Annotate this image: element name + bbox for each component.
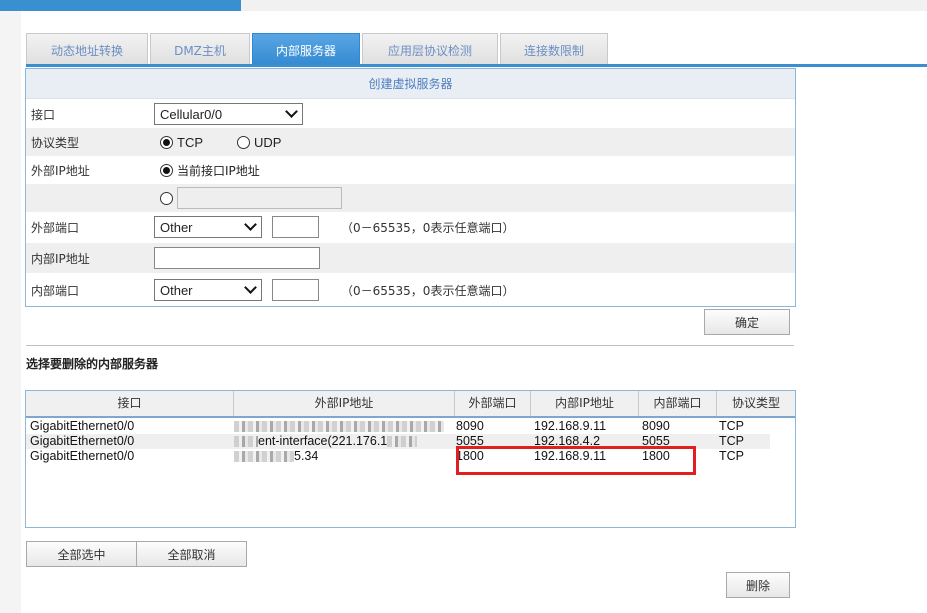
internal-ip-label: 内部IP地址 — [31, 251, 90, 266]
internal-ip-input[interactable] — [154, 247, 320, 269]
row-external-ip — [234, 419, 456, 434]
interface-label: 接口 — [31, 107, 56, 122]
row-external-ip: 外部IP地址 当前接口IP地址 — [26, 156, 795, 184]
row-internal-port: 8090 — [642, 419, 670, 433]
col-external-ip[interactable]: 外部IP地址 — [234, 391, 455, 416]
row-external-ip: ent-interface(221.176.1 — [234, 434, 456, 449]
external-port-hint: （0－65535，0表示任意端口） — [341, 220, 515, 235]
create-server-panel: 创建虚拟服务器 接口 Cellular0/0 协议类型 TCP UDP 外部IP… — [25, 68, 796, 307]
top-bar-accent — [0, 0, 241, 11]
chevron-down-icon — [285, 105, 298, 118]
external-port-select[interactable]: Other — [154, 216, 262, 238]
select-all-button[interactable]: 全部选中 — [26, 541, 137, 567]
internal-port-select-value: Other — [160, 282, 193, 298]
radio-udp-label: UDP — [254, 134, 282, 150]
internal-port-select[interactable]: Other — [154, 279, 262, 301]
external-port-label: 外部端口 — [31, 220, 80, 235]
list-header: 接口 外部IP地址 外部端口 内部IP地址 内部端口 协议类型 — [26, 391, 795, 418]
row-protocol: TCP — [719, 434, 744, 448]
row-internal-ip: 192.168.9.11 — [534, 419, 607, 433]
redacted-mask — [234, 451, 294, 462]
tab-alg-detection[interactable]: 应用层协议检测 — [362, 33, 498, 67]
radio-custom-ip[interactable] — [160, 191, 173, 205]
external-port-select-value: Other — [160, 219, 193, 235]
row-internal-port: 内部端口 Other （0－65535，0表示任意端口） — [26, 275, 795, 305]
internal-port-hint: （0－65535，0表示任意端口） — [341, 283, 515, 298]
top-bar — [0, 0, 927, 11]
delete-list-title: 选择要删除的内部服务器 — [26, 357, 159, 371]
row-interface: GigabitEthernet0/0 — [30, 434, 135, 448]
redacted-mask — [387, 436, 418, 447]
radio-udp[interactable] — [237, 135, 250, 149]
chevron-down-icon — [244, 218, 257, 231]
section-divider — [26, 345, 794, 346]
left-gutter — [0, 11, 21, 613]
col-protocol[interactable]: 协议类型 — [717, 391, 795, 416]
tab-internal-server[interactable]: 内部服务器 — [252, 33, 360, 67]
tab-dmz-host[interactable]: DMZ主机 — [150, 33, 250, 67]
row-interface: GigabitEthernet0/0 — [30, 449, 135, 463]
external-port-input[interactable] — [272, 216, 319, 238]
row-external-port: 外部端口 Other （0－65535，0表示任意端口） — [26, 212, 795, 242]
protocol-label: 协议类型 — [31, 135, 80, 150]
row-external-ip: 5.34 — [234, 449, 456, 464]
col-interface[interactable]: 接口 — [26, 391, 234, 416]
internal-port-label: 内部端口 — [31, 283, 80, 298]
row-external-ip-text: 5.34 — [294, 449, 319, 463]
external-ip-label: 外部IP地址 — [31, 163, 90, 178]
radio-current-interface-ip[interactable] — [160, 163, 173, 177]
chevron-down-icon — [244, 281, 257, 294]
radio-tcp[interactable] — [160, 135, 173, 149]
deselect-all-button[interactable]: 全部取消 — [136, 541, 247, 567]
radio-tcp-label: TCP — [177, 134, 203, 150]
col-internal-ip[interactable]: 内部IP地址 — [531, 391, 639, 416]
redacted-mask — [234, 421, 444, 433]
row-external-ip-text: ent-interface(221.176.1 — [258, 434, 388, 448]
tab-connection-limit[interactable]: 连接数限制 — [500, 33, 608, 67]
highlight-annotation — [456, 446, 696, 475]
table-row[interactable]: GigabitEthernet0/0 8090 192.168.9.11 809… — [26, 419, 779, 434]
row-internal-ip: 内部IP地址 — [26, 243, 795, 273]
delete-button[interactable]: 删除 — [726, 572, 790, 598]
interface-select-value: Cellular0/0 — [160, 106, 223, 122]
radio-current-interface-ip-label: 当前接口IP地址 — [177, 163, 260, 178]
row-interface: 接口 Cellular0/0 — [26, 100, 795, 128]
row-external-port: 8090 — [456, 419, 484, 433]
redacted-mask — [234, 436, 258, 447]
col-external-port[interactable]: 外部端口 — [455, 391, 531, 416]
col-internal-port[interactable]: 内部端口 — [639, 391, 717, 416]
tab-bar: 动态地址转换 DMZ主机 内部服务器 应用层协议检测 连接数限制 — [26, 33, 610, 67]
row-external-ip-custom — [26, 184, 795, 212]
row-interface: GigabitEthernet0/0 — [30, 419, 135, 433]
row-protocol: 协议类型 TCP UDP — [26, 128, 795, 156]
tab-underline — [26, 64, 927, 67]
panel-title: 创建虚拟服务器 — [26, 69, 795, 99]
tab-dynamic-nat[interactable]: 动态地址转换 — [26, 33, 148, 67]
custom-ip-input[interactable] — [177, 187, 342, 209]
row-protocol: TCP — [719, 449, 744, 463]
interface-select[interactable]: Cellular0/0 — [154, 103, 303, 125]
internal-port-input[interactable] — [272, 279, 319, 301]
row-protocol: TCP — [719, 419, 744, 433]
confirm-button[interactable]: 确定 — [704, 309, 790, 335]
